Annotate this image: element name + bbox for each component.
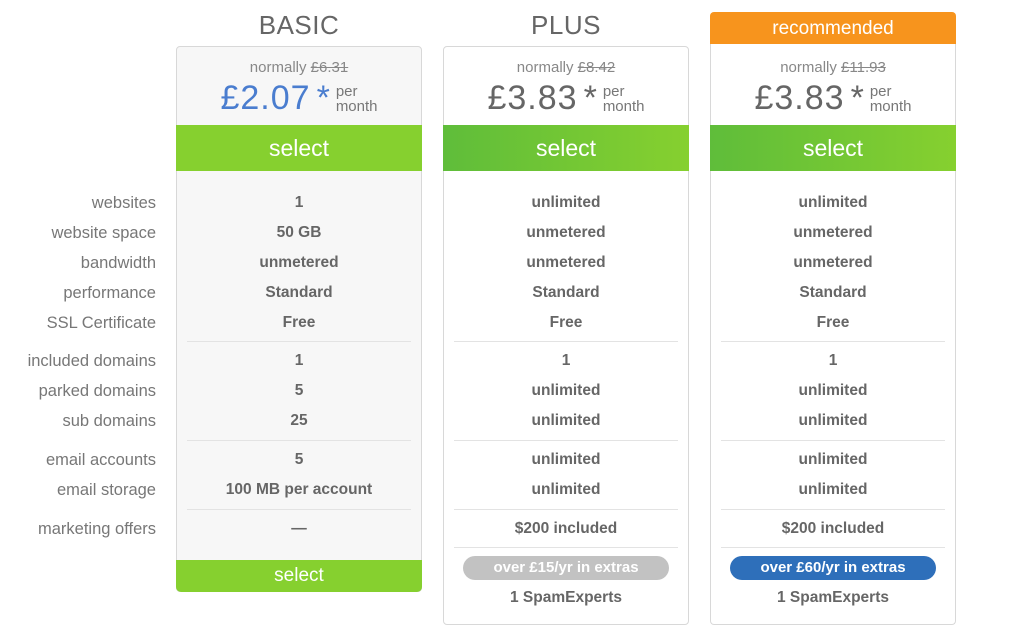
label-bandwidth: bandwidth [80, 254, 156, 272]
divider [721, 509, 945, 510]
normal-price: normally £11.93 [710, 58, 956, 78]
price-period: per month [336, 84, 378, 114]
value-performance: Standard [799, 284, 867, 301]
period-label: month [335, 98, 378, 115]
select-button[interactable]: select [710, 125, 956, 171]
value-spamexperts: 1 SpamExperts [777, 589, 889, 606]
plan-plus: PLUS normally £8.42 £3.83 * per month selec… [443, 0, 689, 625]
divider [187, 509, 411, 510]
value-marketing-offers: — [291, 520, 307, 537]
value-included-domains: 1 [294, 352, 304, 369]
label-sub-domains: sub domains [62, 412, 156, 430]
extras-badge: over £15/yr in extras [463, 556, 669, 580]
plan-basic: BASIC normally £6.31 £2.07 * per month sele… [176, 0, 422, 621]
asterisk-icon: * [583, 79, 597, 117]
divider [721, 440, 945, 441]
recommended-badge: recommended [710, 12, 956, 45]
value-website-space: unmetered [526, 224, 606, 241]
divider [721, 341, 945, 342]
label-ssl-certificate: SSL Certificate [46, 314, 156, 332]
price-period: per month [603, 84, 645, 114]
plan-title: PLUS [531, 10, 601, 40]
normal-price: normally £8.42 [443, 58, 689, 78]
label-parked-domains: parked domains [38, 382, 156, 400]
normally-label: normally [249, 59, 307, 76]
divider [454, 341, 678, 342]
price: £3.83 * per month [443, 76, 689, 120]
value-parked-domains: unlimited [531, 382, 601, 399]
plan-recommended: recommended normally £11.93 £3.83 * per mon… [710, 0, 956, 625]
divider [721, 547, 945, 548]
divider [187, 341, 411, 342]
divider [454, 547, 678, 548]
value-email-accounts: unlimited [531, 451, 601, 468]
plan-title: BASIC [258, 10, 340, 40]
price-period: per month [870, 84, 912, 114]
value-email-storage: unlimited [798, 481, 868, 498]
price: £3.83 * per month [710, 76, 956, 120]
value-email-accounts: 5 [294, 451, 304, 468]
divider [454, 509, 678, 510]
strikethrough-price: £11.93 [841, 59, 886, 76]
extras-badge: over £60/yr in extras [730, 556, 936, 580]
normally-label: normally [780, 59, 837, 76]
select-button[interactable]: select [176, 125, 422, 171]
label-website-space: website space [51, 224, 156, 242]
value-spamexperts: 1 SpamExperts [510, 589, 622, 606]
value-websites: unlimited [798, 194, 868, 211]
label-email-accounts: email accounts [45, 451, 156, 469]
divider [454, 440, 678, 441]
value-ssl-certificate: Free [282, 314, 316, 331]
value-ssl-certificate: Free [816, 314, 850, 331]
divider [187, 440, 411, 441]
value-parked-domains: 5 [294, 382, 304, 399]
value-website-space: unmetered [793, 224, 873, 241]
label-email-storage: email storage [56, 481, 156, 499]
value-parked-domains: unlimited [798, 382, 868, 399]
normal-price: normally £6.31 [176, 58, 422, 78]
select-button[interactable]: select [443, 125, 689, 171]
period-label: month [869, 98, 912, 115]
price-amount: £3.83 [487, 79, 578, 117]
asterisk-icon: * [316, 79, 330, 117]
value-sub-domains: unlimited [531, 412, 601, 429]
value-email-storage: 100 MB per account [225, 481, 373, 498]
value-performance: Standard [532, 284, 600, 301]
value-email-storage: unlimited [531, 481, 601, 498]
price-amount: £2.07 [220, 79, 311, 117]
value-performance: Standard [265, 284, 333, 301]
value-included-domains: 1 [828, 352, 838, 369]
value-websites: unlimited [531, 194, 601, 211]
value-marketing-offers: $200 included [514, 520, 618, 537]
strikethrough-price: £6.31 [310, 59, 349, 76]
value-bandwidth: unmetered [259, 254, 339, 271]
value-websites: 1 [294, 194, 304, 211]
value-bandwidth: unmetered [793, 254, 873, 271]
strikethrough-price: £8.42 [577, 59, 616, 76]
price-amount: £3.83 [754, 79, 845, 117]
value-website-space: 50 GB [276, 224, 322, 241]
label-performance: performance [63, 284, 156, 302]
price: £2.07 * per month [176, 76, 422, 120]
value-sub-domains: unlimited [798, 412, 868, 429]
value-included-domains: 1 [561, 352, 571, 369]
period-label: month [602, 98, 645, 115]
normally-label: normally [516, 59, 574, 76]
select-button-bottom[interactable]: select [176, 560, 422, 592]
asterisk-icon: * [850, 79, 864, 117]
value-email-accounts: unlimited [798, 451, 868, 468]
label-marketing-offers: marketing offers [38, 520, 156, 538]
value-bandwidth: unmetered [526, 254, 606, 271]
label-included-domains: included domains [27, 352, 156, 370]
label-websites: websites [91, 194, 156, 212]
value-marketing-offers: $200 included [781, 520, 885, 537]
value-sub-domains: 25 [290, 412, 308, 429]
value-ssl-certificate: Free [549, 314, 583, 331]
